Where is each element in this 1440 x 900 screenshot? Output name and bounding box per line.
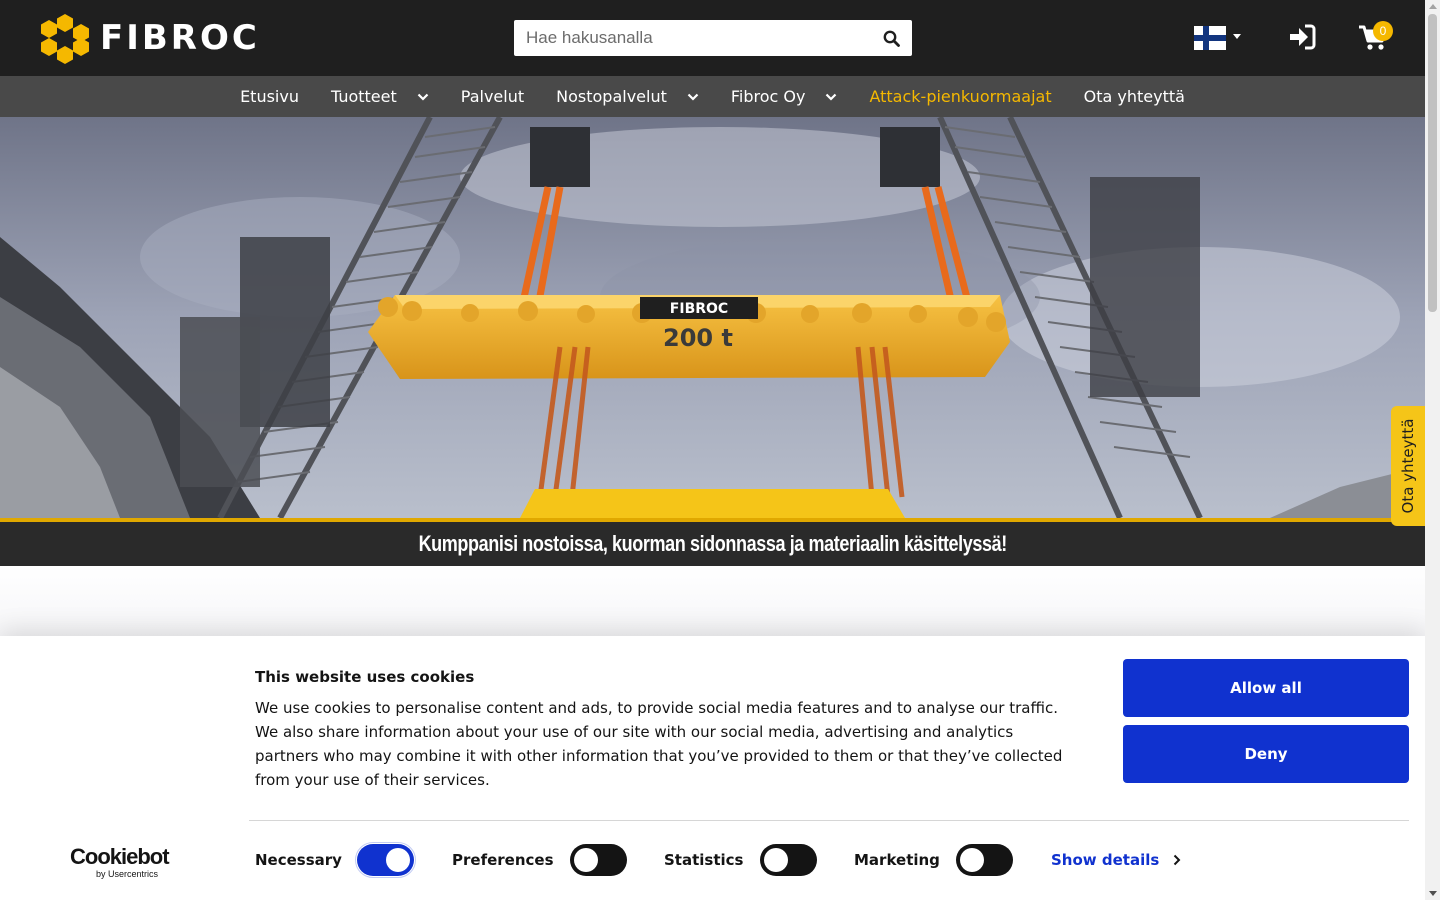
contact-side-tab[interactable]: Ota yhteyttä bbox=[1391, 406, 1425, 526]
deny-button[interactable]: Deny bbox=[1123, 725, 1409, 783]
chevron-down-icon[interactable] bbox=[417, 93, 429, 101]
search-icon bbox=[883, 30, 900, 47]
cookie-banner: This website uses cookies We use cookies… bbox=[0, 636, 1425, 900]
nav-item-attack-pienkuormaajat[interactable]: Attack-pienkuormaajat bbox=[853, 76, 1067, 117]
sign-in-icon[interactable] bbox=[1288, 24, 1316, 50]
nav-item-label: Fibroc Oy bbox=[730, 87, 806, 106]
cookie-title: This website uses cookies bbox=[255, 668, 475, 686]
toggle-knob bbox=[960, 848, 984, 872]
scroll-down-arrow-icon[interactable] bbox=[1429, 891, 1437, 896]
nav-item-label: Tuotteet bbox=[330, 87, 397, 106]
nav-item-palvelut[interactable]: Palvelut bbox=[445, 76, 540, 117]
logo-text: FIBROC bbox=[100, 18, 260, 58]
toggle-knob bbox=[386, 848, 410, 872]
nav-item-label: Palvelut bbox=[460, 87, 525, 106]
cookiebot-logo: Cookiebot by Usercentrics bbox=[70, 844, 174, 880]
nav-item-label: Nostopalvelut bbox=[556, 87, 667, 106]
show-details-label: Show details bbox=[1051, 851, 1160, 869]
beam-logo: FIBROC bbox=[670, 301, 728, 317]
cart-count-badge: 0 bbox=[1373, 21, 1393, 41]
allow-all-button[interactable]: Allow all bbox=[1123, 659, 1409, 717]
necessary-toggle[interactable] bbox=[355, 842, 416, 878]
toggle-label-necessary: Necessary bbox=[255, 851, 342, 869]
hero-tagline: Kumppanisi nostoissa, kuorman sidonnassa… bbox=[418, 531, 1007, 556]
site-header: FIBROC 0 bbox=[0, 0, 1425, 76]
hero-crane-illustration: FIBROC 200 t bbox=[0, 117, 1425, 518]
cookie-description: We use cookies to personalise content an… bbox=[255, 699, 1063, 789]
nav-item-tuotteet[interactable]: Tuotteet bbox=[315, 76, 445, 117]
fibroc-logo[interactable]: FIBROC bbox=[40, 12, 260, 64]
statistics-toggle[interactable] bbox=[760, 844, 817, 876]
search-box bbox=[514, 20, 912, 56]
toggle-label-marketing: Marketing bbox=[854, 851, 940, 869]
marketing-toggle[interactable] bbox=[956, 844, 1013, 876]
contact-tab-label: Ota yhteyttä bbox=[1399, 418, 1417, 514]
nav-item-label: Attack-pienkuormaajat bbox=[869, 87, 1052, 106]
nav-item-etusivu[interactable]: Etusivu bbox=[224, 76, 315, 117]
tagline-bar: Kumppanisi nostoissa, kuorman sidonnassa… bbox=[0, 522, 1425, 566]
preferences-toggle[interactable] bbox=[570, 844, 627, 876]
nav-item-nostopalvelut[interactable]: Nostopalvelut bbox=[540, 76, 715, 117]
cookiebot-subtitle: by Usercentrics bbox=[96, 869, 159, 879]
beam-capacity: 200 t bbox=[663, 324, 733, 352]
chevron-down-icon[interactable] bbox=[825, 93, 837, 101]
search-button[interactable] bbox=[870, 20, 912, 56]
toggle-label-statistics: Statistics bbox=[664, 851, 744, 869]
toggle-label-preferences: Preferences bbox=[452, 851, 554, 869]
cookie-divider bbox=[249, 820, 1409, 821]
scroll-up-arrow-icon[interactable] bbox=[1429, 4, 1437, 9]
toggle-knob bbox=[574, 848, 598, 872]
chevron-right-icon bbox=[1174, 854, 1181, 866]
toggle-knob bbox=[764, 848, 788, 872]
scrollbar-thumb[interactable] bbox=[1428, 14, 1437, 312]
cookiebot-name: Cookiebot bbox=[70, 844, 170, 869]
page-content-area bbox=[0, 566, 1425, 636]
finland-flag-icon[interactable] bbox=[1194, 26, 1226, 50]
page-scrollbar[interactable] bbox=[1425, 0, 1440, 900]
hero-banner: FIBROC 200 t bbox=[0, 117, 1425, 518]
nav-item-fibroc-oy[interactable]: Fibroc Oy bbox=[715, 76, 854, 117]
chevron-down-icon[interactable] bbox=[687, 93, 699, 101]
language-caret-icon[interactable] bbox=[1233, 34, 1241, 39]
nav-item-ota-yhteytta[interactable]: Ota yhteyttä bbox=[1068, 76, 1201, 117]
show-details-link[interactable]: Show details bbox=[1051, 851, 1181, 869]
nav-item-label: Etusivu bbox=[240, 87, 299, 106]
main-nav: Etusivu Tuotteet Palvelut Nostopalvelut … bbox=[0, 76, 1425, 117]
nav-item-label: Ota yhteyttä bbox=[1083, 87, 1185, 106]
search-input[interactable] bbox=[514, 20, 872, 56]
honeycomb-logo-icon bbox=[41, 14, 89, 64]
